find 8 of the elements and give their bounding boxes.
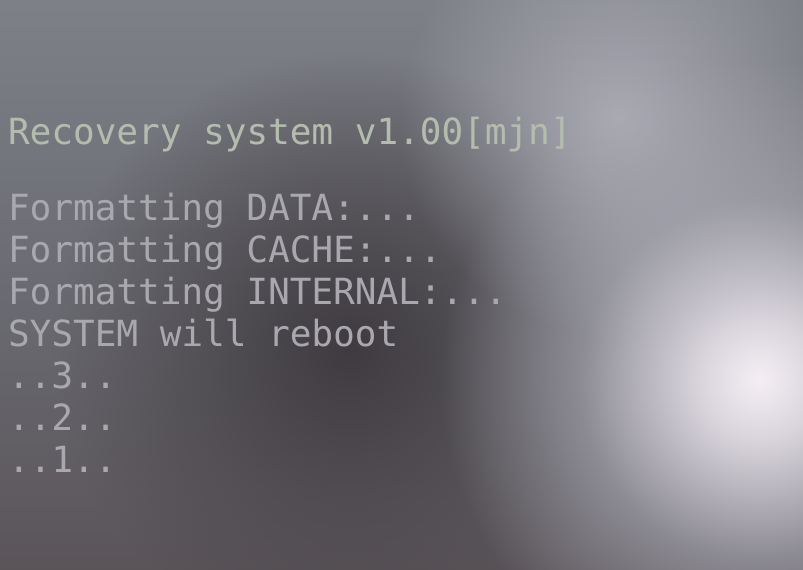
console-line: SYSTEM will reboot [8, 314, 398, 356]
console-line: Formatting CACHE:... [8, 230, 442, 272]
console-line: Formatting DATA:... [8, 188, 420, 230]
console-line: ..1.. [8, 440, 116, 482]
console-line: Formatting INTERNAL:... [8, 272, 506, 314]
console-line: ..2.. [8, 398, 116, 440]
console-line: ..3.. [8, 356, 116, 398]
screen-title: Recovery system v1.00[mjn] [8, 112, 572, 154]
